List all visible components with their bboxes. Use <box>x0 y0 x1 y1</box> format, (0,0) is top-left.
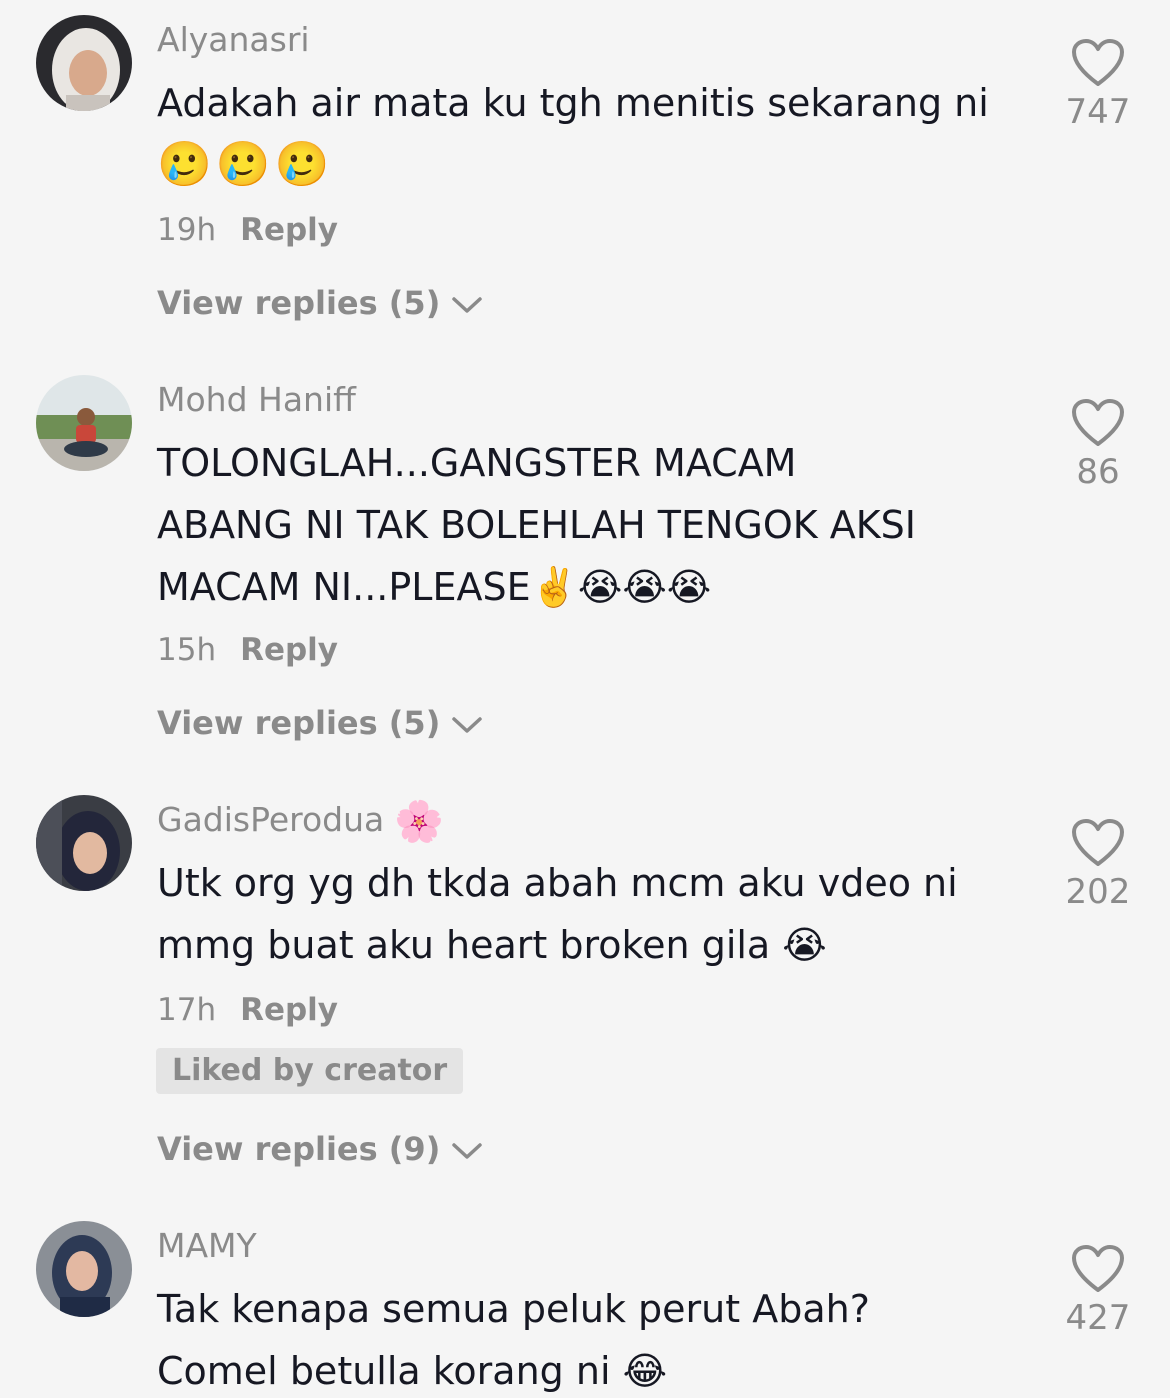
avatar[interactable] <box>36 15 132 111</box>
avatar[interactable] <box>36 375 132 471</box>
chevron-down-icon <box>452 1143 483 1159</box>
chevron-down-icon <box>452 297 483 313</box>
comment-list: Alyanasri Adakah air mata ku tgh menitis… <box>0 0 1170 1398</box>
view-replies-label: View replies (9) <box>157 1130 441 1168</box>
heart-outline-icon <box>1072 1245 1124 1292</box>
reply-button[interactable]: Reply <box>240 992 338 1028</box>
reply-button[interactable]: Reply <box>240 212 338 248</box>
avatar[interactable] <box>36 795 132 891</box>
comment-text-line: Comel betulla korang ni 😂 <box>157 1349 667 1393</box>
comment-text-line: Utk org yg dh tkda abah mcm aku vdeo ni <box>157 861 958 905</box>
avatar-image <box>36 795 132 891</box>
username-text: GadisPerodua <box>157 800 385 839</box>
like-count: 86 <box>1076 452 1120 492</box>
comment-meta: 17h Reply <box>157 988 338 1032</box>
view-replies-button[interactable]: View replies (5) <box>157 701 484 745</box>
liked-by-creator-badge: Liked by creator <box>156 1048 464 1094</box>
comment-text: Utk org yg dh tkda abah mcm aku vdeo ni … <box>157 852 1037 976</box>
like-count: 747 <box>1065 92 1131 132</box>
comment-timestamp: 19h <box>157 212 217 248</box>
comment-timestamp: 17h <box>157 992 217 1028</box>
heart-outline-icon <box>1072 39 1124 86</box>
comment-text-line: ABANG NI TAK BOLEHLAH TENGOK AKSI <box>157 503 916 547</box>
like-button[interactable]: 202 <box>1058 818 1138 914</box>
avatar-image <box>36 15 132 111</box>
like-button[interactable]: 747 <box>1058 38 1138 134</box>
flower-emoji: 🌸 <box>394 799 449 845</box>
comment-username[interactable]: Mohd Haniff <box>157 378 356 422</box>
view-replies-label: View replies (5) <box>157 284 441 322</box>
comment-text-line: Adakah air mata ku tgh menitis sekarang … <box>157 81 989 125</box>
reply-button[interactable]: Reply <box>240 632 338 668</box>
avatar-image <box>36 1221 132 1317</box>
comment-username[interactable]: Alyanasri <box>157 18 310 62</box>
view-replies-button[interactable]: View replies (5) <box>157 281 484 325</box>
comment-text-line: MACAM NI...PLEASE✌️😭😭😭 <box>157 565 712 609</box>
like-button[interactable]: 427 <box>1058 1244 1138 1340</box>
comment-username[interactable]: MAMY <box>157 1224 257 1268</box>
comment-text-line: TOLONGLAH...GANGSTER MACAM <box>157 441 797 485</box>
like-button[interactable]: 86 <box>1058 398 1138 494</box>
avatar[interactable] <box>36 1221 132 1317</box>
like-count: 202 <box>1065 872 1131 912</box>
comment-text: Tak kenapa semua peluk perut Abah? Comel… <box>157 1278 1037 1398</box>
comment-text-line: mmg buat aku heart broken gila 😭 <box>157 923 827 967</box>
view-replies-button[interactable]: View replies (9) <box>157 1127 484 1171</box>
comment-text-line: 🥲🥲🥲 <box>157 139 334 190</box>
comment-meta: 15h Reply <box>157 628 338 672</box>
comment-meta: 19h Reply <box>157 208 338 252</box>
avatar-image <box>36 375 132 471</box>
comment-text-line: Tak kenapa semua peluk perut Abah? <box>157 1287 870 1331</box>
chevron-down-icon <box>452 717 483 733</box>
comment-timestamp: 15h <box>157 632 217 668</box>
heart-outline-icon <box>1072 819 1124 866</box>
view-replies-label: View replies (5) <box>157 704 441 742</box>
comment-text: Adakah air mata ku tgh menitis sekarang … <box>157 72 1037 196</box>
comment-username[interactable]: GadisPerodua 🌸 <box>157 798 448 844</box>
like-count: 427 <box>1065 1298 1131 1338</box>
comment-text: TOLONGLAH...GANGSTER MACAM ABANG NI TAK … <box>157 432 1037 618</box>
heart-outline-icon <box>1072 399 1124 446</box>
